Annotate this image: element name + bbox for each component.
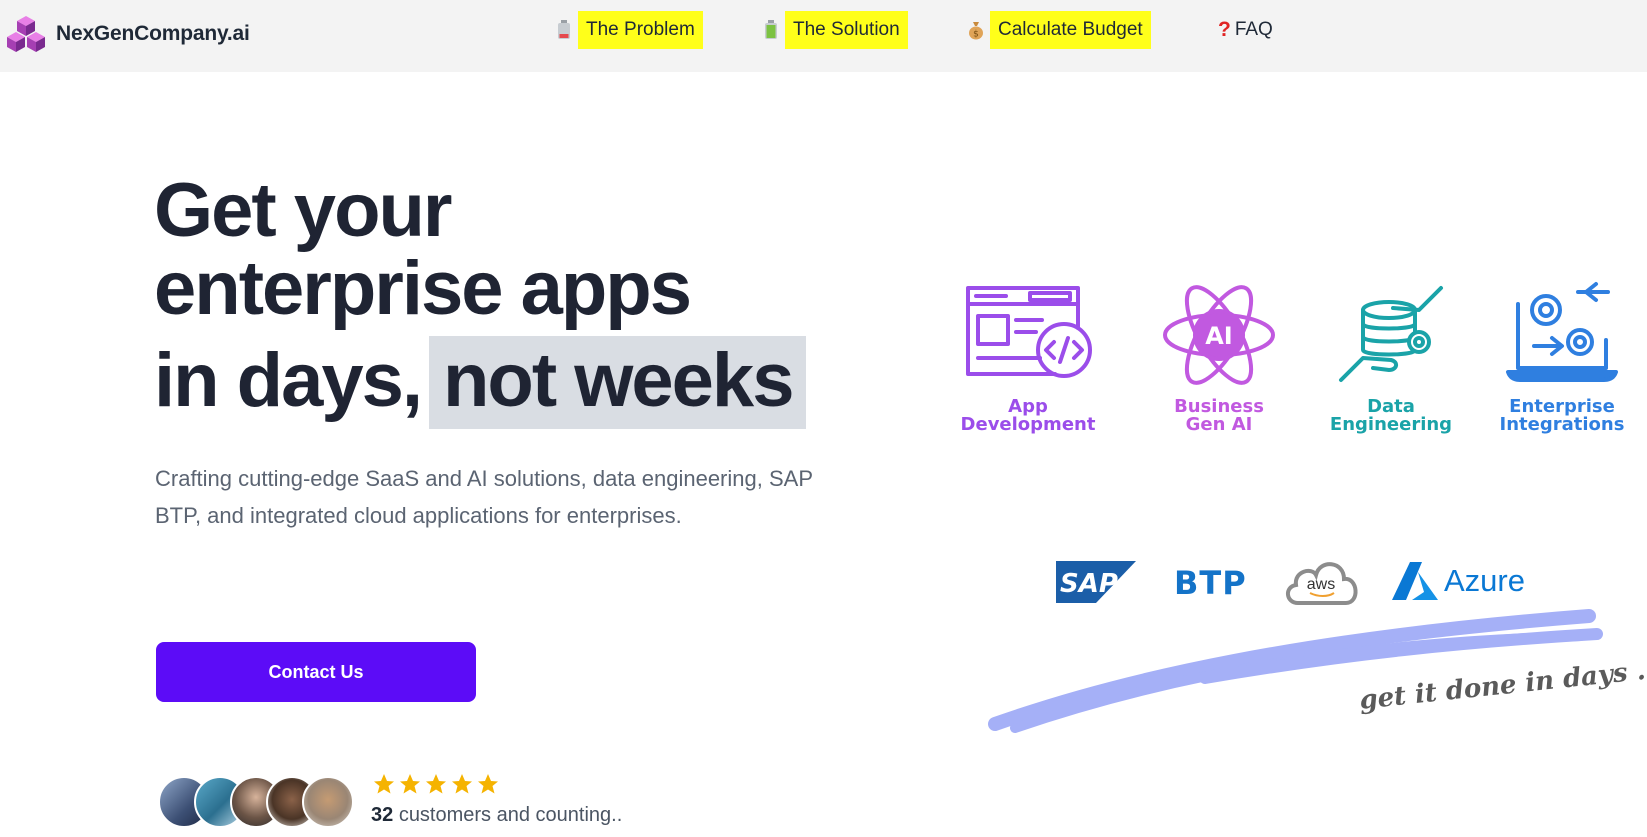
customer-avatars — [158, 776, 354, 830]
nav-the-problem[interactable]: The Problem — [556, 10, 703, 50]
service-label: Data Engineering — [1329, 396, 1453, 435]
question-mark-icon: ? — [1218, 18, 1231, 41]
social-proof: 32 customers and counting.. — [371, 804, 622, 827]
service-data-engineering: Data Engineering — [1316, 280, 1466, 434]
hero-title: Get your enterprise apps in days, not wee… — [154, 168, 807, 429]
sap-logo: SAP — [1056, 561, 1136, 603]
nav-the-solution[interactable]: The Solution — [763, 10, 908, 50]
azure-text: Azure — [1444, 563, 1525, 598]
main-nav: The Problem The Solution $ Calculate Bud… — [0, 10, 1647, 50]
aws-cloud-logo: aws — [1286, 562, 1358, 605]
service-label: Enterprise Integrations — [1499, 396, 1625, 435]
rating-stars — [372, 772, 502, 796]
azure-icon — [1392, 562, 1438, 600]
star-icon — [452, 774, 472, 794]
hero-title-line: enterprise apps — [154, 246, 692, 331]
service-app-development: App Development — [953, 280, 1103, 434]
avatar — [302, 776, 354, 828]
star-icon — [478, 774, 498, 794]
hero-title-line: in days, not weeks — [154, 336, 807, 429]
hero-title-part: in days, — [154, 338, 423, 423]
nav-label: The Problem — [578, 11, 703, 49]
star-icon — [426, 774, 446, 794]
nav-label: Calculate Budget — [990, 11, 1151, 49]
code-window-icon — [966, 286, 1092, 378]
battery-full-icon — [765, 20, 777, 39]
social-proof-text: customers and counting.. — [398, 804, 623, 826]
contact-us-button[interactable]: Contact Us — [156, 642, 476, 702]
star-icon — [400, 774, 420, 794]
service-label: App Development — [960, 396, 1096, 435]
btp-logo: BTP — [1174, 564, 1247, 602]
service-business-gen-ai: AI Business Gen AI — [1144, 280, 1294, 434]
nav-calculate-budget[interactable]: $ Calculate Budget — [968, 10, 1151, 50]
aws-text: aws — [1307, 576, 1335, 593]
svg-text:AI: AI — [1205, 322, 1233, 350]
service-label: Business Gen AI — [1174, 396, 1264, 435]
money-bag-icon: $ — [969, 22, 983, 40]
top-header: NexGenCompany.ai The Problem The Solutio… — [0, 0, 1647, 72]
service-enterprise-integrations: Enterprise Integrations — [1487, 280, 1637, 434]
nav-label: FAQ — [1234, 19, 1273, 40]
nav-faq[interactable]: ? FAQ — [1218, 10, 1281, 50]
database-hands-icon — [1339, 286, 1443, 382]
nav-label: The Solution — [785, 11, 908, 49]
ai-atom-icon: AI — [1163, 285, 1275, 385]
gears-laptop-icon — [1506, 282, 1618, 382]
hero-subtitle: Crafting cutting-edge SaaS and AI soluti… — [155, 466, 813, 528]
svg-text:$: $ — [973, 30, 979, 40]
sap-text: SAP — [1060, 569, 1118, 599]
hero-title-line: Get your — [154, 168, 453, 253]
star-icon — [374, 774, 394, 794]
azure-logo: Azure — [1392, 562, 1525, 600]
hero-highlight: not weeks — [429, 336, 807, 429]
customer-count: 32 — [371, 804, 394, 826]
battery-low-icon — [558, 20, 570, 39]
